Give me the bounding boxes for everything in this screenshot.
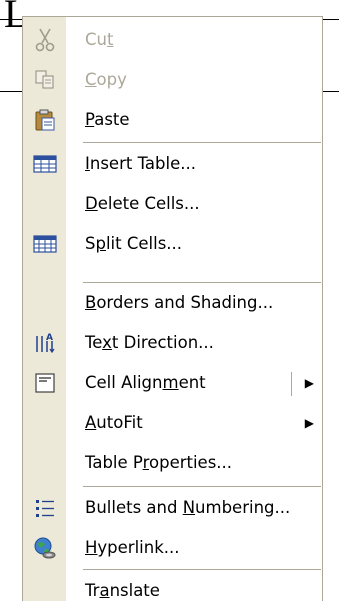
menu-item-autofit[interactable]: AutoFit ▶ <box>23 403 322 443</box>
submenu-arrow-icon: ▶ <box>304 416 314 430</box>
paste-icon <box>23 100 66 140</box>
menu-item-label: Bullets and Numbering... <box>85 498 291 517</box>
menu-item-label: AutoFit <box>85 413 143 432</box>
menu-item-cut[interactable]: Cut <box>23 20 322 60</box>
menu-item-label: Cut <box>85 30 114 49</box>
menu-item-table-properties[interactable]: Table Properties... <box>23 443 322 483</box>
menu-separator <box>83 486 321 487</box>
menu-item-label: Copy <box>85 70 127 89</box>
menu-item-borders-and-shading[interactable]: Borders and Shading... <box>23 283 322 323</box>
split-cells-icon <box>23 224 66 264</box>
text-direction-icon: A <box>23 323 66 363</box>
menu-item-label: Hyperlink... <box>85 538 180 557</box>
menu-item-insert-table[interactable]: Insert Table... <box>23 144 322 184</box>
insert-table-icon <box>23 144 66 184</box>
cell-alignment-icon <box>23 363 66 403</box>
menu-item-delete-cells[interactable]: Delete Cells... <box>23 184 322 224</box>
copy-icon <box>23 60 66 100</box>
menu-item-text-direction[interactable]: A Text Direction... <box>23 323 322 363</box>
context-menu: Cut Copy Paste Insert Table... Delete Ce… <box>22 16 323 601</box>
menu-item-bullets-and-numbering[interactable]: Bullets and Numbering... <box>23 488 322 528</box>
menu-separator <box>83 569 321 570</box>
menu-item-label: Split Cells... <box>85 234 183 253</box>
menu-item-label: Text Direction... <box>85 333 214 352</box>
scissors-icon <box>23 20 66 60</box>
submenu-arrow-icon: ▶ <box>304 376 314 390</box>
menu-item-label: Cell Alignment <box>85 373 206 392</box>
menu-item-label: Translate <box>85 581 160 600</box>
menu-item-cell-alignment[interactable]: Cell Alignment ▶ <box>23 363 322 403</box>
menu-item-label: Paste <box>85 110 130 129</box>
menu-item-translate[interactable]: Translate <box>23 571 322 601</box>
submenu-split-divider <box>291 372 292 396</box>
menu-item-hyperlink[interactable]: Hyperlink... <box>23 528 322 568</box>
menu-item-label: Insert Table... <box>85 154 196 173</box>
menu-item-label: Table Properties... <box>85 453 233 472</box>
menu-separator <box>83 142 321 143</box>
menu-item-label: Delete Cells... <box>85 194 200 213</box>
menu-item-label: Borders and Shading... <box>85 293 274 312</box>
menu-item-paste[interactable]: Paste <box>23 100 322 140</box>
menu-item-copy[interactable]: Copy <box>23 60 322 100</box>
bullets-icon <box>23 488 66 528</box>
menu-item-split-cells[interactable]: Split Cells... <box>23 224 322 264</box>
hyperlink-icon <box>23 528 66 568</box>
